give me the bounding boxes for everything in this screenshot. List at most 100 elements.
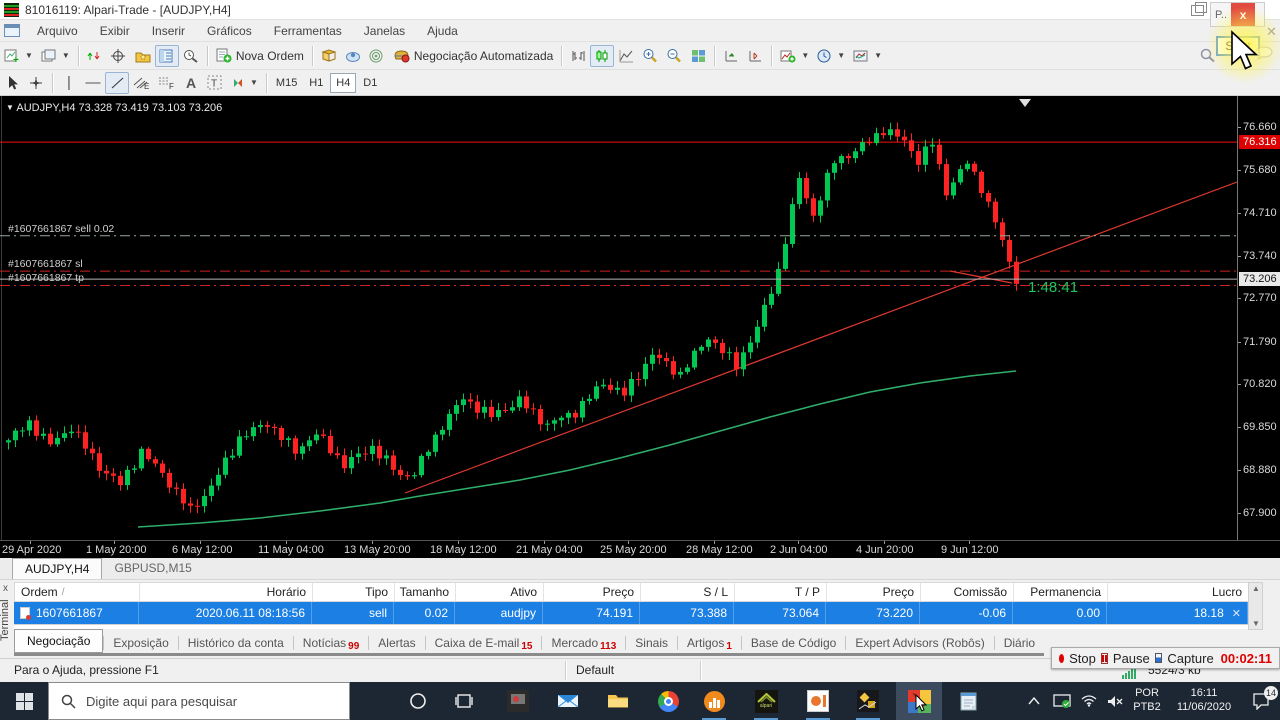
tray-language[interactable]: POR PTB2: [1128, 682, 1166, 720]
terminal-tab[interactable]: Notícias 99: [294, 633, 368, 653]
timeframe-h1[interactable]: H1: [303, 73, 329, 93]
indicators-button[interactable]: ▼: [776, 45, 813, 67]
alpari-app-icon[interactable]: alpari: [746, 682, 786, 720]
new-chart-button[interactable]: + ▼: [0, 45, 37, 67]
recorder-close-button[interactable]: x: [1231, 3, 1256, 26]
tray-display-icon[interactable]: [1048, 682, 1076, 720]
trading-app-icon[interactable]: [848, 682, 888, 720]
order-cell[interactable]: 74.191: [543, 602, 640, 624]
record-pause-icon[interactable]: [1100, 652, 1108, 664]
column-header[interactable]: S / L: [641, 583, 735, 601]
order-row[interactable]: 1607661867 2020.06.11 08:18:56 sell 0.02 aud…: [14, 602, 1248, 624]
cursor-tool[interactable]: [0, 72, 24, 94]
channel-tool[interactable]: E: [129, 72, 154, 94]
orders-table-header[interactable]: Ordem / Horário Tipo Tamanho Ativo Preço S / L…: [14, 582, 1249, 602]
market-watch-button[interactable]: [154, 44, 179, 67]
taskbar-search-input[interactable]: Digite aqui para pesquisar: [48, 682, 350, 720]
symbols-icon[interactable]: [83, 45, 107, 67]
auto-scroll-icon[interactable]: [719, 45, 743, 67]
task-view-icon[interactable]: [444, 682, 484, 720]
zoom-out-icon[interactable]: [662, 45, 686, 67]
tile-windows-icon[interactable]: [686, 45, 710, 67]
order-line-label[interactable]: #1607661867 tp: [8, 272, 84, 284]
close-chart-icon[interactable]: ✕: [1266, 25, 1277, 38]
record-capture-icon[interactable]: [1154, 653, 1163, 663]
order-cell[interactable]: 73.220: [826, 602, 920, 624]
chart-shift-icon[interactable]: [743, 45, 767, 67]
mail-app-icon[interactable]: [548, 682, 588, 720]
order-cell[interactable]: audjpy: [455, 602, 543, 624]
terminal-tab[interactable]: Histórico da conta: [179, 633, 293, 653]
column-header[interactable]: Comissão: [921, 583, 1014, 601]
horizontal-line-tool[interactable]: —: [81, 72, 105, 94]
office-app-icon[interactable]: [798, 682, 838, 720]
terminal-tab[interactable]: Sinais: [626, 633, 677, 653]
column-header[interactable]: Tamanho: [395, 583, 456, 601]
terminal-tab[interactable]: Mercado 113: [542, 633, 625, 653]
order-cell[interactable]: 1607661867: [14, 602, 139, 624]
text-label-tool[interactable]: T: [203, 72, 227, 94]
notepad-app-icon[interactable]: [948, 682, 988, 720]
column-header[interactable]: Preço: [544, 583, 641, 601]
trendline-tool[interactable]: [105, 71, 129, 94]
column-header[interactable]: Horário: [140, 583, 313, 601]
scroll-up-icon[interactable]: ▲: [1252, 584, 1260, 593]
profiles-button[interactable]: ▼: [37, 45, 74, 67]
tray-volume-muted-icon[interactable]: [1102, 682, 1128, 720]
column-header[interactable]: T / P: [735, 583, 827, 601]
text-tool[interactable]: A: [179, 72, 203, 94]
candlestick-chart-icon[interactable]: [590, 44, 615, 67]
periods-button[interactable]: ▼: [813, 45, 849, 67]
terminal-scrollbar[interactable]: ▲ ▼: [1248, 582, 1263, 630]
autotrading-button[interactable]: Negociação Automatizada: [389, 45, 557, 67]
terminal-tab[interactable]: Base de Código: [742, 633, 845, 653]
price-axis[interactable]: 76.660 75.680 74.710 73.740 72.770 71.790 70.8…: [1237, 96, 1280, 540]
column-header[interactable]: Permanencia: [1014, 583, 1108, 601]
terminal-tab[interactable]: Diário: [995, 633, 1044, 653]
timeframe-d1[interactable]: D1: [357, 73, 383, 93]
order-cell[interactable]: 0.02: [394, 602, 455, 624]
order-cell[interactable]: 73.064: [734, 602, 826, 624]
action-center-icon[interactable]: 14: [1242, 682, 1280, 720]
zoom-in-icon[interactable]: [638, 45, 662, 67]
restore-window-icon[interactable]: [1191, 2, 1207, 16]
close-position-icon[interactable]: ✕: [1232, 607, 1241, 620]
order-line-label[interactable]: #1607661867 sl: [8, 258, 83, 270]
order-cell[interactable]: 0.00: [1013, 602, 1107, 624]
order-line-label[interactable]: #1607661867 sell 0.02: [8, 223, 114, 235]
arrows-tool[interactable]: ▼: [227, 72, 262, 94]
terminal-tab[interactable]: Exposição: [104, 633, 177, 653]
strategy-tester-icon[interactable]: [179, 45, 203, 67]
chart-area[interactable]: 1:48:41 ▼ AUDJPY,H4 73.328 73.419 73.103…: [0, 96, 1280, 558]
bar-chart-icon[interactable]: [566, 45, 590, 67]
favorites-icon[interactable]: [131, 45, 155, 67]
terminal-tab[interactable]: Alertas: [369, 633, 424, 653]
community-icon[interactable]: [365, 45, 389, 67]
market-stats-app-icon[interactable]: [694, 682, 734, 720]
record-stop-label[interactable]: Stop: [1069, 651, 1096, 666]
crosshair-tool[interactable]: [24, 72, 48, 94]
vertical-line-tool[interactable]: |: [57, 72, 81, 94]
time-axis[interactable]: 29 Apr 2020 1 May 20:00 6 May 12:00 11 May …: [0, 540, 1280, 558]
record-pause-label[interactable]: Pause: [1113, 651, 1150, 666]
photos-app-icon[interactable]: [498, 682, 538, 720]
scroll-down-icon[interactable]: ▼: [1252, 619, 1260, 628]
metaeditor-icon[interactable]: [341, 45, 365, 67]
menu-item[interactable]: Janelas: [353, 22, 416, 40]
column-header[interactable]: Lucro: [1108, 583, 1249, 601]
order-cell[interactable]: sell: [312, 602, 394, 624]
order-cell[interactable]: 73.388: [640, 602, 734, 624]
status-profile[interactable]: Default: [576, 663, 614, 677]
terminal-tab[interactable]: Expert Advisors (Robôs): [846, 633, 993, 653]
order-cell[interactable]: 2020.06.11 08:18:56: [139, 602, 312, 624]
chart-window-icon[interactable]: [4, 24, 20, 37]
tray-wifi-icon[interactable]: [1076, 682, 1102, 720]
fibonacci-tool[interactable]: F: [154, 72, 179, 94]
column-header[interactable]: Ativo: [456, 583, 544, 601]
tray-chevron-icon[interactable]: [1022, 682, 1046, 720]
order-cell[interactable]: -0.06: [920, 602, 1013, 624]
record-capture-label[interactable]: Capture: [1167, 651, 1213, 666]
column-header[interactable]: Ordem /: [15, 583, 140, 601]
chart-tab[interactable]: GBPUSD,M15: [102, 558, 203, 578]
record-stop-icon[interactable]: [1059, 653, 1065, 663]
